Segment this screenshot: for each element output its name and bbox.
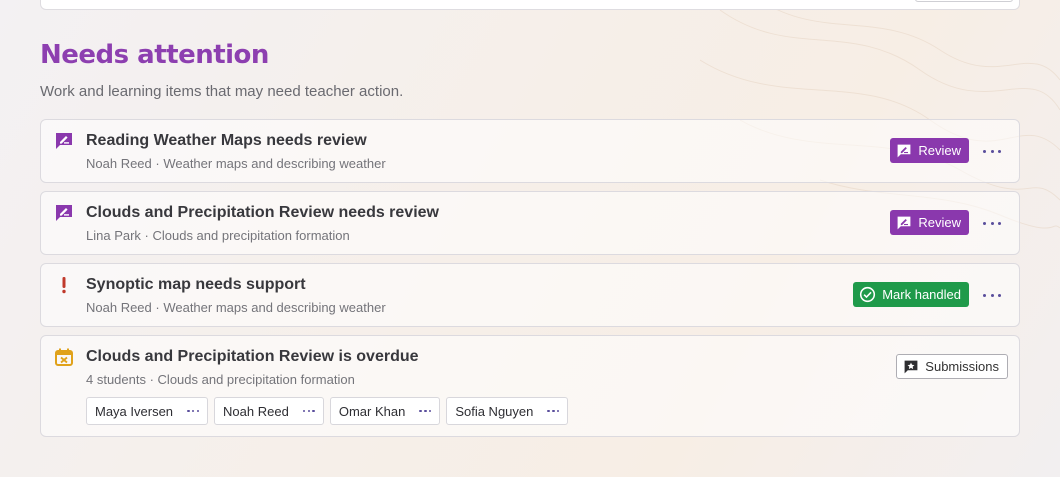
review-icon bbox=[897, 144, 911, 157]
review-button[interactable]: Review bbox=[890, 138, 969, 163]
review-button-label: Review bbox=[918, 215, 961, 230]
previous-card bbox=[40, 0, 1020, 10]
submissions-button[interactable]: Submissions bbox=[896, 354, 1008, 379]
check-circle-icon bbox=[860, 286, 876, 303]
more-options-icon[interactable] bbox=[983, 288, 1001, 302]
mark-handled-button[interactable]: Mark handled bbox=[853, 282, 969, 307]
more-options-icon[interactable] bbox=[983, 216, 1001, 230]
review-icon bbox=[897, 216, 911, 229]
exclamation-icon bbox=[62, 277, 66, 294]
student-chip[interactable]: Maya Iversen bbox=[86, 397, 209, 425]
calendar-overdue-icon bbox=[55, 348, 73, 366]
previous-card-button[interactable] bbox=[915, 0, 1013, 2]
review-button[interactable]: Review bbox=[890, 210, 969, 235]
student-chip[interactable]: Sofia Nguyen bbox=[446, 397, 569, 425]
attention-item: Clouds and Precipitation Review needs re… bbox=[40, 191, 1020, 255]
star-comment-icon bbox=[904, 360, 918, 373]
section-title: Needs attention bbox=[40, 40, 269, 70]
student-name: Omar Khan bbox=[338, 403, 406, 419]
attention-item: Reading Weather Maps needs review Noah R… bbox=[40, 119, 1020, 183]
more-options-icon[interactable] bbox=[187, 404, 200, 418]
submissions-label: Submissions bbox=[925, 359, 999, 374]
item-title: Clouds and Precipitation Review is overd… bbox=[86, 348, 419, 365]
student-chips: Maya Iversen Noah Reed Omar Khan Sofia N… bbox=[86, 397, 569, 425]
attention-item: Clouds and Precipitation Review is overd… bbox=[40, 335, 1020, 437]
review-icon bbox=[56, 133, 72, 149]
item-meta: Lina Park · Clouds and precipitation for… bbox=[86, 228, 350, 243]
more-options-icon[interactable] bbox=[983, 144, 1001, 158]
student-name: Sofia Nguyen bbox=[455, 403, 534, 419]
item-meta: Noah Reed · Weather maps and describing … bbox=[86, 300, 386, 315]
section-subtitle: Work and learning items that may need te… bbox=[40, 83, 404, 100]
review-icon bbox=[56, 205, 72, 221]
more-options-icon[interactable] bbox=[302, 404, 315, 418]
attention-item: Synoptic map needs support Noah Reed · W… bbox=[40, 263, 1020, 327]
review-button-label: Review bbox=[918, 143, 961, 158]
item-title: Reading Weather Maps needs review bbox=[86, 132, 367, 149]
mark-handled-label: Mark handled bbox=[882, 287, 961, 302]
more-options-icon[interactable] bbox=[547, 404, 560, 418]
attention-list: Reading Weather Maps needs review Noah R… bbox=[40, 119, 1020, 445]
student-name: Maya Iversen bbox=[95, 403, 174, 419]
student-name: Noah Reed bbox=[223, 403, 289, 419]
item-title: Synoptic map needs support bbox=[86, 276, 306, 293]
item-title: Clouds and Precipitation Review needs re… bbox=[86, 204, 439, 221]
more-options-icon[interactable] bbox=[419, 404, 432, 418]
item-meta: Noah Reed · Weather maps and describing … bbox=[86, 156, 386, 171]
item-meta: 4 students · Clouds and precipitation fo… bbox=[86, 372, 355, 387]
student-chip[interactable]: Omar Khan bbox=[329, 397, 441, 425]
student-chip[interactable]: Noah Reed bbox=[214, 397, 324, 425]
